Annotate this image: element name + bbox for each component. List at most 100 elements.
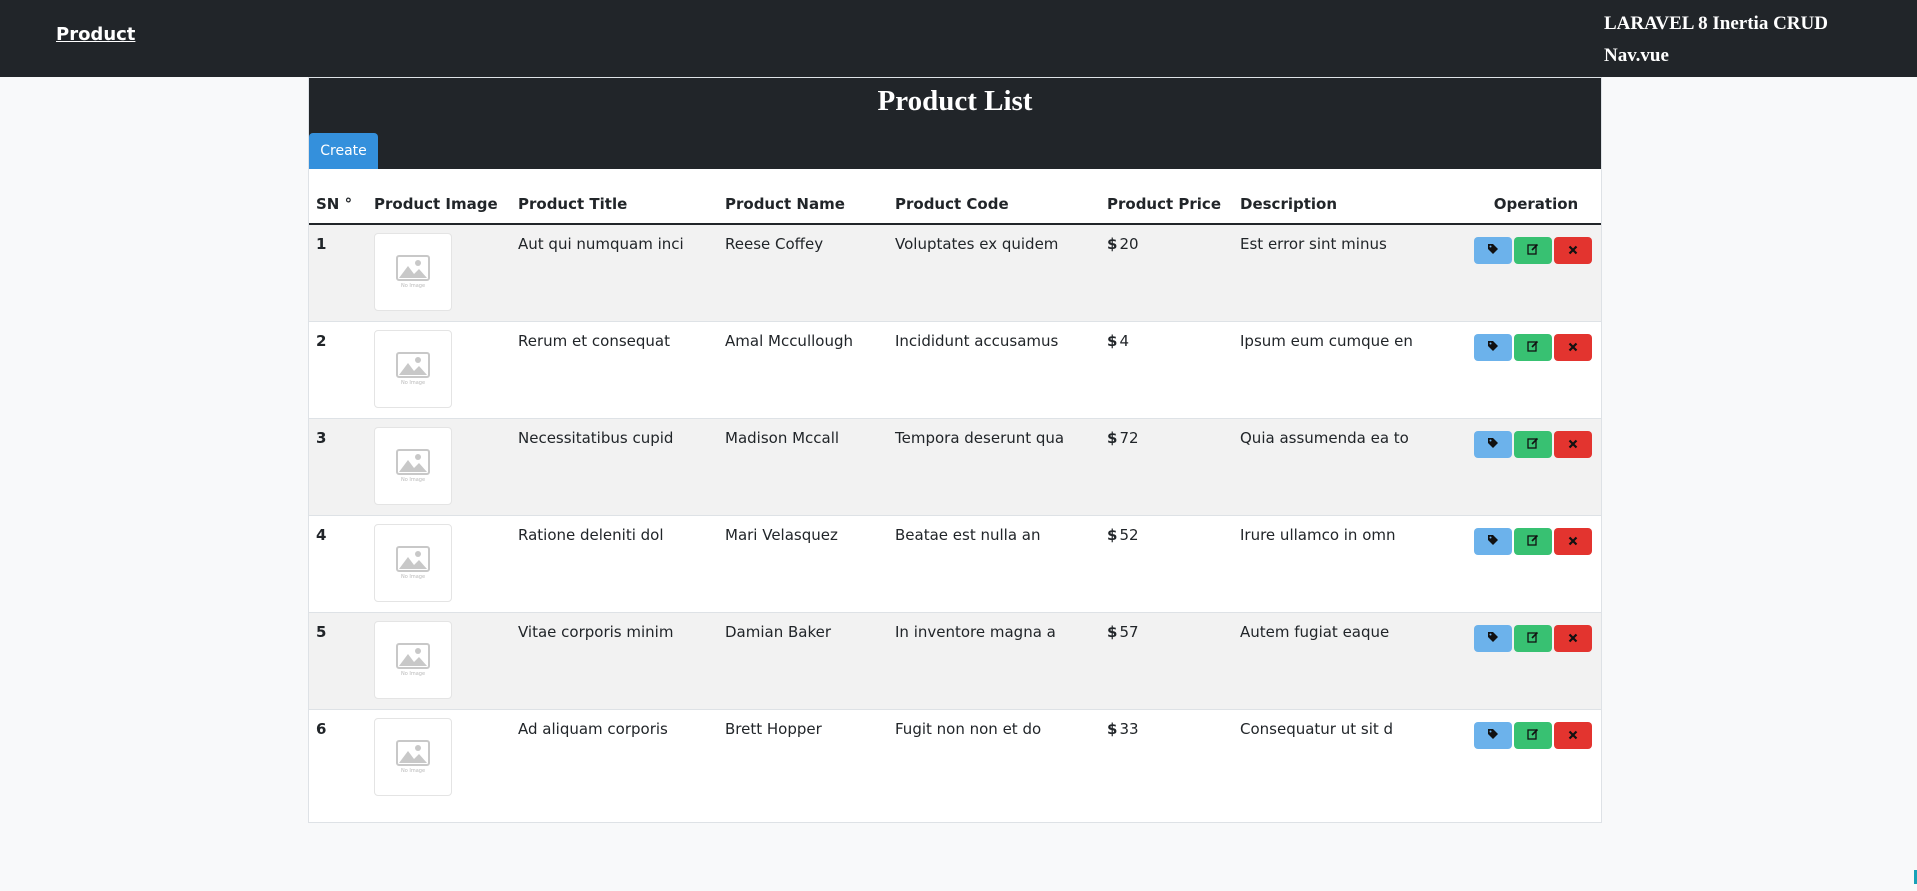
cell-price: $33 — [1100, 708, 1233, 806]
delete-button[interactable] — [1554, 527, 1592, 555]
edit-button[interactable] — [1514, 624, 1552, 652]
image-placeholder-icon — [396, 545, 430, 572]
cell-name: Brett Hopper — [718, 708, 888, 806]
edit-button[interactable] — [1514, 527, 1552, 555]
cell-code: In inventore magna a — [888, 611, 1100, 709]
cell-sn: 1 — [309, 223, 367, 321]
price-value: 72 — [1119, 428, 1139, 447]
image-placeholder-icon — [396, 351, 430, 378]
currency-symbol: $ — [1107, 622, 1118, 641]
price-value: 57 — [1119, 622, 1139, 641]
cell-operation — [1471, 514, 1601, 612]
cell-operation — [1471, 708, 1601, 806]
cell-description: Quia assumenda ea to — [1233, 417, 1471, 515]
create-button[interactable]: Create — [309, 133, 378, 169]
cell-name: Madison Mccall — [718, 417, 888, 515]
delete-button[interactable] — [1554, 333, 1592, 361]
cell-sn: 3 — [309, 417, 367, 515]
app-title-line2: Nav.vue — [1604, 45, 1669, 66]
cell-name: Damian Baker — [718, 611, 888, 709]
table-row: 4 No Image Ratione deleniti dol Mari Velasq… — [309, 514, 1601, 612]
cell-description: Consequatur ut sit d — [1233, 708, 1471, 806]
cell-description: Est error sint minus — [1233, 223, 1471, 321]
cell-image: No Image — [367, 417, 511, 515]
no-image-label: No Image — [400, 573, 426, 580]
cell-title: Ad aliquam corporis — [511, 708, 718, 806]
row-actions — [1474, 235, 1601, 264]
product-image: No Image — [374, 523, 452, 602]
tag-button[interactable] — [1474, 237, 1512, 264]
card-header: Product List Create — [309, 78, 1601, 169]
currency-symbol: $ — [1107, 235, 1118, 253]
edit-button[interactable] — [1514, 721, 1552, 749]
tag-button[interactable] — [1474, 721, 1512, 749]
col-header-code: Product Code — [888, 169, 1100, 225]
table-row: 2 No Image Rerum et consequat Amal Mccullou… — [309, 320, 1601, 418]
cell-operation — [1471, 223, 1601, 321]
close-icon — [1568, 437, 1578, 452]
cell-image: No Image — [367, 611, 511, 709]
price-value: 4 — [1119, 331, 1129, 350]
close-icon — [1568, 631, 1578, 646]
edit-button[interactable] — [1514, 430, 1552, 458]
cell-sn: 4 — [309, 514, 367, 612]
close-icon — [1568, 243, 1578, 258]
image-placeholder-icon — [396, 739, 430, 766]
price-value: 33 — [1119, 719, 1139, 738]
tag-button[interactable] — [1474, 624, 1512, 652]
cell-image: No Image — [367, 514, 511, 612]
currency-symbol: $ — [1107, 331, 1118, 350]
edit-button[interactable] — [1514, 237, 1552, 264]
table-row: 3 No Image Necessitatibus cupid Madison Mcc… — [309, 417, 1601, 515]
close-icon — [1568, 728, 1578, 743]
cell-image: No Image — [367, 320, 511, 418]
cell-description: Irure ullamco in omn — [1233, 514, 1471, 612]
cell-code: Voluptates ex quidem — [888, 223, 1100, 321]
image-placeholder-icon — [396, 255, 430, 281]
delete-button[interactable] — [1554, 624, 1592, 652]
col-header-description: Description — [1233, 169, 1471, 225]
edit-icon — [1527, 534, 1539, 549]
brand-link[interactable]: Product — [56, 24, 135, 45]
cell-title: Ratione deleniti dol — [511, 514, 718, 612]
cell-code: Beatae est nulla an — [888, 514, 1100, 612]
tag-button[interactable] — [1474, 430, 1512, 458]
no-image-label: No Image — [400, 767, 426, 774]
currency-symbol: $ — [1107, 428, 1118, 447]
product-image: No Image — [374, 329, 452, 408]
price-value: 52 — [1119, 525, 1139, 544]
delete-button[interactable] — [1554, 721, 1592, 749]
close-icon — [1568, 534, 1578, 549]
cell-price: $57 — [1100, 611, 1233, 709]
delete-button[interactable] — [1554, 430, 1592, 458]
edit-button[interactable] — [1514, 333, 1552, 361]
app-title-line1: LARAVEL 8 Inertia CRUD — [1604, 13, 1828, 34]
row-actions — [1474, 623, 1601, 652]
cell-name: Amal Mccullough — [718, 320, 888, 418]
edit-icon — [1527, 728, 1539, 743]
app-title: LARAVEL 8 Inertia CRUD Nav.vue — [1604, 8, 1828, 72]
cell-operation — [1471, 320, 1601, 418]
tag-button[interactable] — [1474, 333, 1512, 361]
cell-image: No Image — [367, 708, 511, 806]
cell-sn: 5 — [309, 611, 367, 709]
product-image: No Image — [374, 620, 452, 699]
col-header-price: Product Price — [1100, 169, 1233, 225]
product-table: SN ° Product Image Product Title Product… — [309, 169, 1601, 806]
cell-code: Fugit non non et do — [888, 708, 1100, 806]
image-placeholder-icon — [396, 642, 430, 669]
table-row: 5 No Image Vitae corporis minim Damian Bake… — [309, 611, 1601, 709]
cell-description: Ipsum eum cumque en — [1233, 320, 1471, 418]
cell-name: Mari Velasquez — [718, 514, 888, 612]
delete-button[interactable] — [1554, 237, 1592, 264]
cell-sn: 2 — [309, 320, 367, 418]
cell-operation — [1471, 417, 1601, 515]
cell-image: No Image — [367, 223, 511, 321]
table-row: 6 No Image Ad aliquam corporis Brett Hopper… — [309, 708, 1601, 806]
col-header-operation: Operation — [1471, 169, 1601, 225]
tag-button[interactable] — [1474, 527, 1512, 555]
cell-title: Vitae corporis minim — [511, 611, 718, 709]
product-image: No Image — [374, 233, 452, 311]
col-header-image: Product Image — [367, 169, 511, 225]
row-actions — [1474, 429, 1601, 458]
